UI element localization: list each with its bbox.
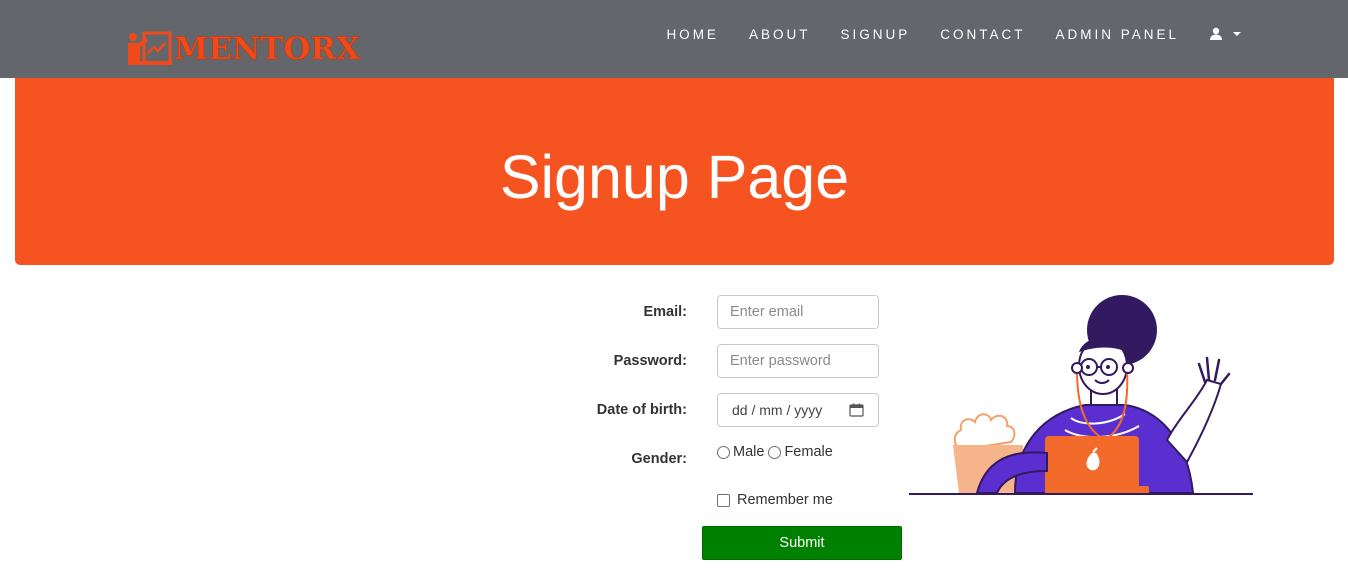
dob-input[interactable]: dd / mm / yyyy xyxy=(717,393,879,427)
nav-about[interactable]: ABOUT xyxy=(749,27,811,42)
mentor-board-icon xyxy=(128,31,172,65)
email-label: Email: xyxy=(643,304,687,320)
password-label: Password: xyxy=(613,353,687,369)
brand-logo[interactable]: MENTORX xyxy=(126,31,360,67)
dob-placeholder: dd / mm / yyyy xyxy=(732,402,823,418)
gender-female-label: Female xyxy=(784,444,833,460)
password-input[interactable] xyxy=(717,344,879,378)
woman-with-laptop-illustration xyxy=(909,295,1253,495)
email-input[interactable] xyxy=(717,295,879,329)
nav-contact[interactable]: CONTACT xyxy=(940,27,1025,42)
user-icon xyxy=(1210,27,1222,40)
caret-down-icon xyxy=(1233,32,1241,36)
remember-me-label: Remember me xyxy=(737,492,833,508)
hero-banner: Signup Page xyxy=(15,78,1334,265)
remember-me: Remember me xyxy=(717,492,833,508)
nav-admin-panel[interactable]: ADMIN PANEL xyxy=(1055,27,1179,42)
gender-male-radio[interactable] xyxy=(717,445,730,459)
nav-signup[interactable]: SIGNUP xyxy=(840,27,910,42)
submit-button[interactable]: Submit xyxy=(702,526,902,560)
gender-options: Male Female xyxy=(717,444,833,460)
brand-name: MENTORX xyxy=(174,31,361,68)
navbar: MENTORX HOME ABOUT SIGNUP CONTACT ADMIN … xyxy=(0,0,1348,78)
gender-female-radio[interactable] xyxy=(768,445,782,459)
nav-home[interactable]: HOME xyxy=(666,27,719,42)
main-nav: HOME ABOUT SIGNUP CONTACT ADMIN PANEL xyxy=(636,0,1348,68)
gender-male-label: Male xyxy=(733,444,765,460)
user-menu-toggle[interactable] xyxy=(1209,27,1242,41)
dob-label: Date of birth: xyxy=(596,402,687,418)
gender-label: Gender: xyxy=(631,451,687,467)
calendar-icon[interactable] xyxy=(849,403,864,417)
page-title: Signup Page xyxy=(499,143,850,211)
remember-me-checkbox[interactable] xyxy=(717,493,730,507)
